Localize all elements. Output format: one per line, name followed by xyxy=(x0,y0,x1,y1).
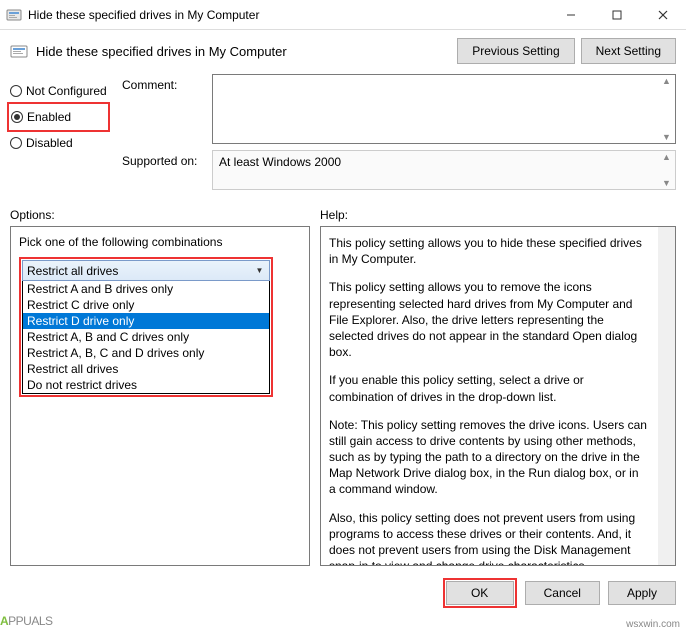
scroll-down-icon: ▼ xyxy=(658,177,675,189)
drives-combo[interactable]: Restrict all drives ▼ xyxy=(22,260,270,281)
maximize-button[interactable] xyxy=(594,0,640,29)
radio-icon xyxy=(11,111,23,123)
drives-dropdown: Restrict A and B drives only Restrict C … xyxy=(22,280,270,394)
scrollbar[interactable]: ▲▼ xyxy=(658,151,675,189)
radio-icon xyxy=(10,85,22,97)
radio-label: Not Configured xyxy=(26,84,107,98)
radio-enabled[interactable]: Enabled xyxy=(11,106,106,128)
chevron-down-icon: ▼ xyxy=(252,263,267,278)
radio-not-configured[interactable]: Not Configured xyxy=(10,80,110,102)
scroll-up-icon: ▲ xyxy=(658,75,675,87)
dropdown-item[interactable]: Restrict D drive only xyxy=(23,313,269,329)
radio-label: Disabled xyxy=(26,136,73,150)
comment-textarea[interactable]: ▲▼ xyxy=(212,74,676,144)
app-icon xyxy=(6,7,22,23)
options-section-label: Options: xyxy=(10,208,320,222)
header-title: Hide these specified drives in My Comput… xyxy=(36,44,449,59)
apply-button[interactable]: Apply xyxy=(608,581,676,605)
radio-icon xyxy=(10,137,22,149)
dropdown-item[interactable]: Restrict A and B drives only xyxy=(23,281,269,297)
options-combo-label: Pick one of the following combinations xyxy=(19,235,301,249)
dropdown-item[interactable]: Restrict A, B, C and D drives only xyxy=(23,345,269,361)
previous-setting-button[interactable]: Previous Setting xyxy=(457,38,574,64)
help-paragraph: This policy setting allows you to hide t… xyxy=(329,235,647,267)
policy-icon xyxy=(10,42,28,60)
radio-label: Enabled xyxy=(27,110,71,124)
titlebar: Hide these specified drives in My Comput… xyxy=(0,0,686,30)
scroll-down-icon: ▼ xyxy=(658,131,675,143)
dropdown-item[interactable]: Restrict A, B and C drives only xyxy=(23,329,269,345)
minimize-button[interactable] xyxy=(548,0,594,29)
help-paragraph: Also, this policy setting does not preve… xyxy=(329,510,647,566)
cancel-button[interactable]: Cancel xyxy=(525,581,600,605)
help-paragraph: This policy setting allows you to remove… xyxy=(329,279,647,360)
scrollbar[interactable]: ▲▼ xyxy=(658,75,675,143)
options-panel: Pick one of the following combinations R… xyxy=(10,226,310,566)
comment-label: Comment: xyxy=(122,74,202,92)
supported-on-box: At least Windows 2000 ▲▼ xyxy=(212,150,676,190)
ok-button[interactable]: OK xyxy=(446,581,514,605)
supported-on-label: Supported on: xyxy=(122,150,202,168)
brand-watermark: APPUALS xyxy=(0,609,53,630)
scrollbar[interactable] xyxy=(658,227,675,565)
dropdown-item[interactable]: Do not restrict drives xyxy=(23,377,269,393)
window-title: Hide these specified drives in My Comput… xyxy=(28,8,548,22)
brand-logo-rest: PPUALS xyxy=(8,614,52,628)
help-section-label: Help: xyxy=(320,208,676,222)
next-setting-button[interactable]: Next Setting xyxy=(581,38,676,64)
close-button[interactable] xyxy=(640,0,686,29)
combo-selected-value: Restrict all drives xyxy=(27,264,118,278)
state-radio-group: Not Configured Enabled Disabled xyxy=(10,74,110,196)
scroll-up-icon: ▲ xyxy=(658,151,675,163)
site-watermark: wsxwin.com xyxy=(626,619,680,630)
header-row: Hide these specified drives in My Comput… xyxy=(0,30,686,70)
help-panel: This policy setting allows you to hide t… xyxy=(320,226,676,566)
dropdown-item[interactable]: Restrict C drive only xyxy=(23,297,269,313)
help-paragraph: If you enable this policy setting, selec… xyxy=(329,372,647,404)
brand-logo-letter: A xyxy=(0,614,8,628)
help-paragraph: Note: This policy setting removes the dr… xyxy=(329,417,647,498)
dropdown-item[interactable]: Restrict all drives xyxy=(23,361,269,377)
supported-on-value: At least Windows 2000 xyxy=(219,155,341,169)
radio-disabled[interactable]: Disabled xyxy=(10,132,110,154)
